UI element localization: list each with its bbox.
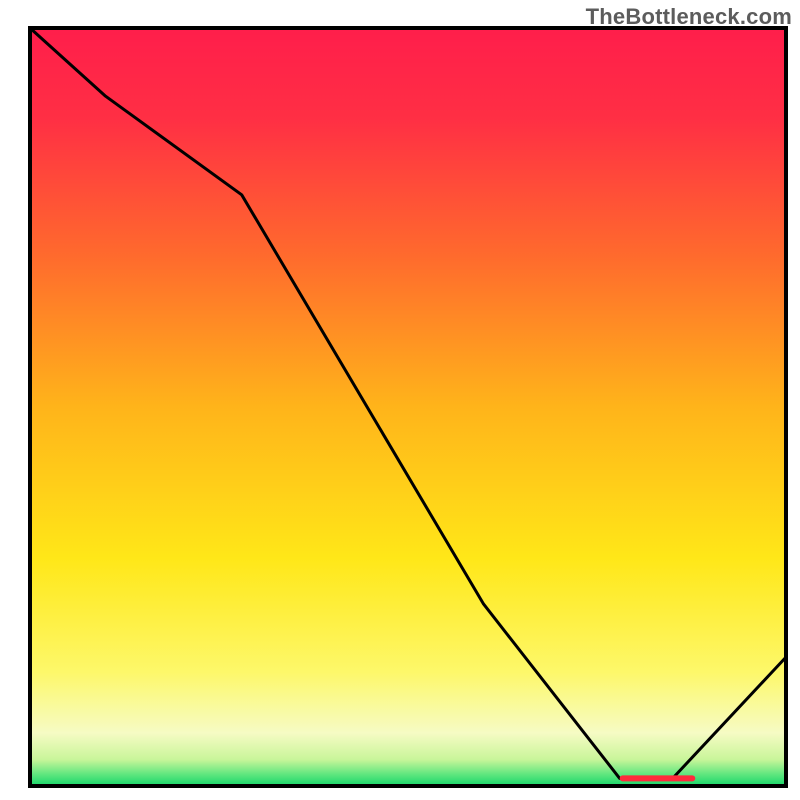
gradient-background	[30, 28, 786, 786]
optimum-marker	[620, 775, 696, 781]
bottleneck-chart	[0, 0, 800, 800]
watermark-text: TheBottleneck.com	[586, 4, 792, 30]
chart-container: TheBottleneck.com	[0, 0, 800, 800]
